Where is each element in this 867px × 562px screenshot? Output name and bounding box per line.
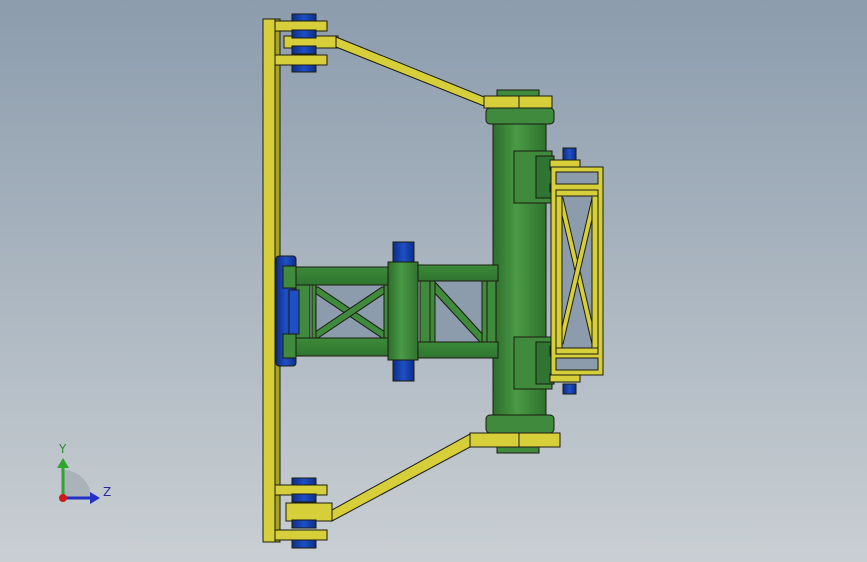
- lower-column-lug: [513, 336, 555, 390]
- right-lattice-frame: [549, 147, 604, 395]
- triad-y-axis-label: Y: [59, 442, 67, 456]
- horizontal-lattice-boom: [292, 261, 499, 361]
- triad-z-axis-label: Z: [103, 485, 112, 499]
- upper-column-lug: [513, 150, 555, 204]
- cad-model-viewport[interactable]: [0, 0, 867, 562]
- boom-end-clamp: [275, 255, 300, 367]
- cad-canvas[interactable]: [0, 0, 867, 562]
